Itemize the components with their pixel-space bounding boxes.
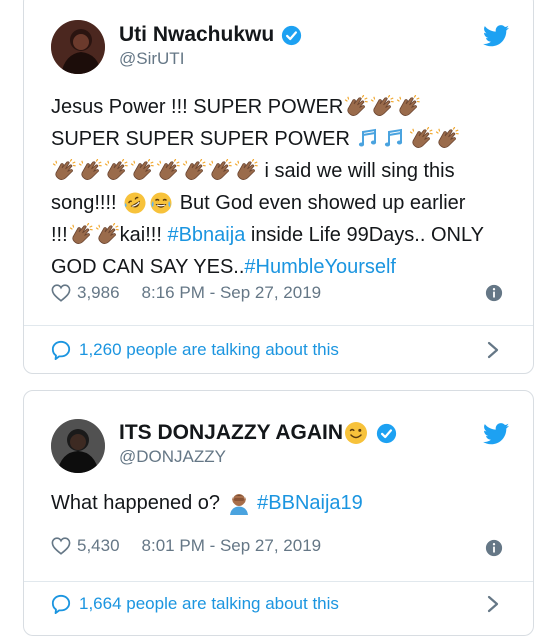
heart-icon[interactable] [51, 284, 71, 302]
tweet-text-line: !!! kai!!! #Bbnaija inside Life 99Days.. … [51, 219, 484, 251]
clap-emoji-icon [95, 223, 119, 247]
clap-emoji-icon [182, 159, 206, 183]
facepalm-emoji-icon [227, 491, 251, 515]
tweet-text-line: What happened o? #BBNaija19 [51, 487, 363, 519]
tweet-meta: 5,430 8:01 PM - Sep 27, 2019 [51, 536, 321, 556]
joy-emoji-icon [149, 191, 173, 215]
tweet-text-segment: SUPER SUPER SUPER POWER [51, 128, 356, 150]
clap-emoji-icon [156, 159, 180, 183]
tweet-text-line: song!!!! But God even showed up earlier [51, 187, 484, 219]
tweet-text: What happened o? #BBNaija19 [51, 487, 363, 519]
clap-emoji-icon [234, 159, 258, 183]
tweet-card[interactable]: Uti Nwachukwu @SirUTI Jesus Power !!! SU… [23, 0, 534, 374]
tweet-text-segment: inside Life 99Days.. ONLY [245, 224, 484, 246]
info-icon[interactable] [485, 284, 503, 302]
wink-emoji-icon [344, 421, 368, 445]
tweet-timestamp[interactable]: 8:01 PM - Sep 27, 2019 [142, 536, 322, 556]
avatar[interactable] [51, 20, 105, 74]
verified-badge-icon [281, 25, 302, 46]
author-handle[interactable]: @SirUTI [119, 49, 184, 69]
clap-emoji-icon [435, 127, 459, 151]
author-name[interactable]: Uti Nwachukwu [119, 23, 274, 47]
tweet-text-line: SUPER SUPER SUPER POWER [51, 123, 484, 155]
twitter-bird-icon[interactable] [483, 423, 509, 445]
author-row: ITS DONJAZZY AGAIN [119, 421, 397, 445]
tweet-text-segment: !!! [51, 224, 68, 246]
clap-emoji-icon [130, 159, 154, 183]
avatar-photo-icon [51, 20, 105, 74]
clap-emoji-icon [370, 95, 395, 119]
tweet-card[interactable]: ITS DONJAZZY AGAIN @DONJAZZY What happen… [23, 390, 534, 636]
twitter-bird-icon[interactable] [483, 25, 509, 47]
tweet-text-line: GOD CAN SAY YES.. #HumbleYourself [51, 251, 484, 283]
tweet-text-line: i said we will sing this [51, 155, 484, 187]
tweet-text: Jesus Power !!! SUPER POWER SUPER SUPER S… [51, 91, 484, 283]
speech-bubble-icon [51, 340, 71, 360]
author-row: Uti Nwachukwu [119, 23, 302, 47]
avatar[interactable] [51, 419, 105, 473]
clap-emoji-icon [208, 159, 232, 183]
verified-badge-icon [376, 423, 397, 444]
clap-emoji-icon [104, 159, 128, 183]
clap-emoji-icon [396, 95, 421, 119]
tweet-timestamp[interactable]: 8:16 PM - Sep 27, 2019 [142, 283, 322, 303]
tweet-text-line: Jesus Power !!! SUPER POWER [51, 91, 484, 123]
hashtag-link[interactable]: #HumbleYourself [244, 251, 396, 283]
author-name[interactable]: ITS DONJAZZY AGAIN [119, 421, 343, 445]
hashtag-link[interactable]: #Bbnaija [167, 219, 245, 251]
clap-emoji-icon [344, 95, 369, 119]
tweet-text-segment: What happened o? [51, 492, 226, 514]
avatar-photo-icon [51, 419, 105, 473]
clap-emoji-icon [52, 159, 76, 183]
tweet-text-segment: Jesus Power !!! SUPER POWER [51, 96, 344, 118]
like-count[interactable]: 5,430 [77, 536, 120, 556]
author-handle[interactable]: @DONJAZZY [119, 447, 226, 467]
tweet-text-segment: i said we will sing this [259, 160, 455, 182]
tweet-text-segment: GOD CAN SAY YES.. [51, 256, 245, 278]
talking-count: 1,664 people are talking about this [79, 594, 339, 613]
tweet-text-segment: song!!!! [51, 192, 123, 214]
conversation-link[interactable]: 1,260 people are talking about this [24, 337, 533, 363]
clap-emoji-icon [409, 127, 433, 151]
like-count[interactable]: 3,986 [77, 283, 120, 303]
hashtag-link[interactable]: #BBNaija19 [257, 487, 363, 519]
clap-emoji-icon [78, 159, 102, 183]
rofl-emoji-icon [123, 191, 147, 215]
divider [24, 581, 533, 582]
tweet-text-segment: But God even showed up earlier [174, 192, 466, 214]
divider [24, 325, 533, 326]
chevron-right-icon[interactable] [487, 341, 499, 359]
clap-emoji-icon [69, 223, 93, 247]
tweet-text-segment: kai!!! [119, 224, 168, 246]
speech-bubble-icon [51, 594, 71, 614]
info-icon[interactable] [485, 539, 503, 557]
conversation-link[interactable]: 1,664 people are talking about this [24, 591, 533, 617]
talking-count: 1,260 people are talking about this [79, 340, 339, 359]
chevron-right-icon[interactable] [487, 595, 499, 613]
notes-emoji-icon [383, 127, 407, 151]
heart-icon[interactable] [51, 537, 71, 555]
tweet-meta: 3,986 8:16 PM - Sep 27, 2019 [51, 283, 321, 303]
notes-emoji-icon [357, 127, 381, 151]
